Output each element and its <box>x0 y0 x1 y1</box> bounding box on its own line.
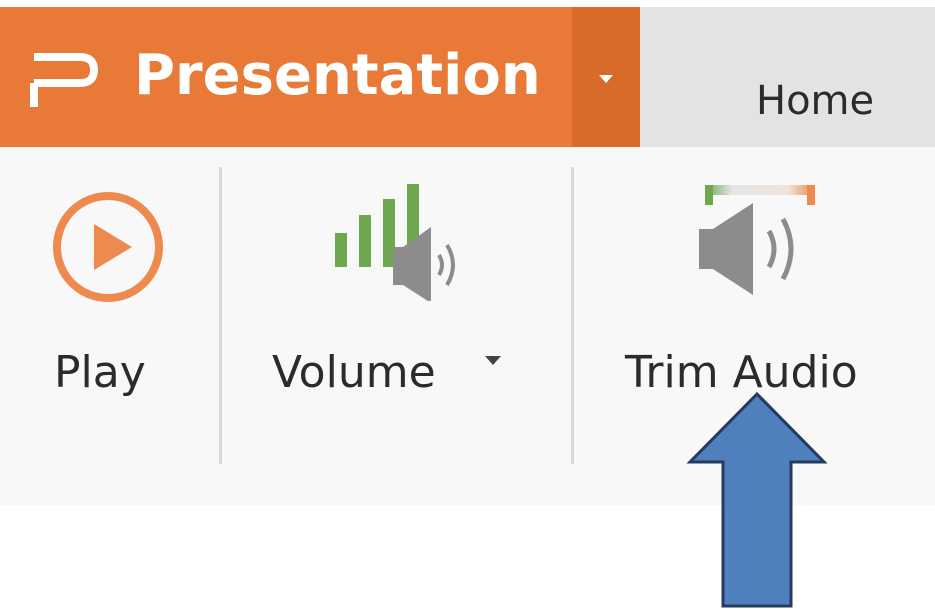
presentation-logo-icon <box>30 53 98 107</box>
play-label: Play <box>54 347 146 398</box>
ribbon-divider <box>571 167 574 464</box>
app-title: Presentation <box>134 43 541 108</box>
app-brand-bar: Presentation <box>0 7 572 147</box>
volume-bars-speaker-icon <box>335 184 455 301</box>
app-window: Presentation Home Play Volume Trim Audio <box>0 0 935 609</box>
tab-home[interactable]: Home <box>756 75 874 127</box>
app-menu-dropdown-button[interactable] <box>572 7 640 147</box>
triangle-down-icon <box>599 75 613 83</box>
volume-button[interactable]: Volume <box>232 147 562 477</box>
volume-label: Volume <box>272 347 436 398</box>
ribbon-divider <box>219 167 222 464</box>
play-button[interactable]: Play <box>20 147 210 477</box>
ribbon-tab-strip: Home <box>640 7 935 147</box>
play-circle-icon <box>53 192 163 302</box>
trim-audio-speaker-icon <box>699 185 815 295</box>
up-arrow-icon <box>686 391 828 608</box>
triangle-down-icon <box>485 356 501 365</box>
